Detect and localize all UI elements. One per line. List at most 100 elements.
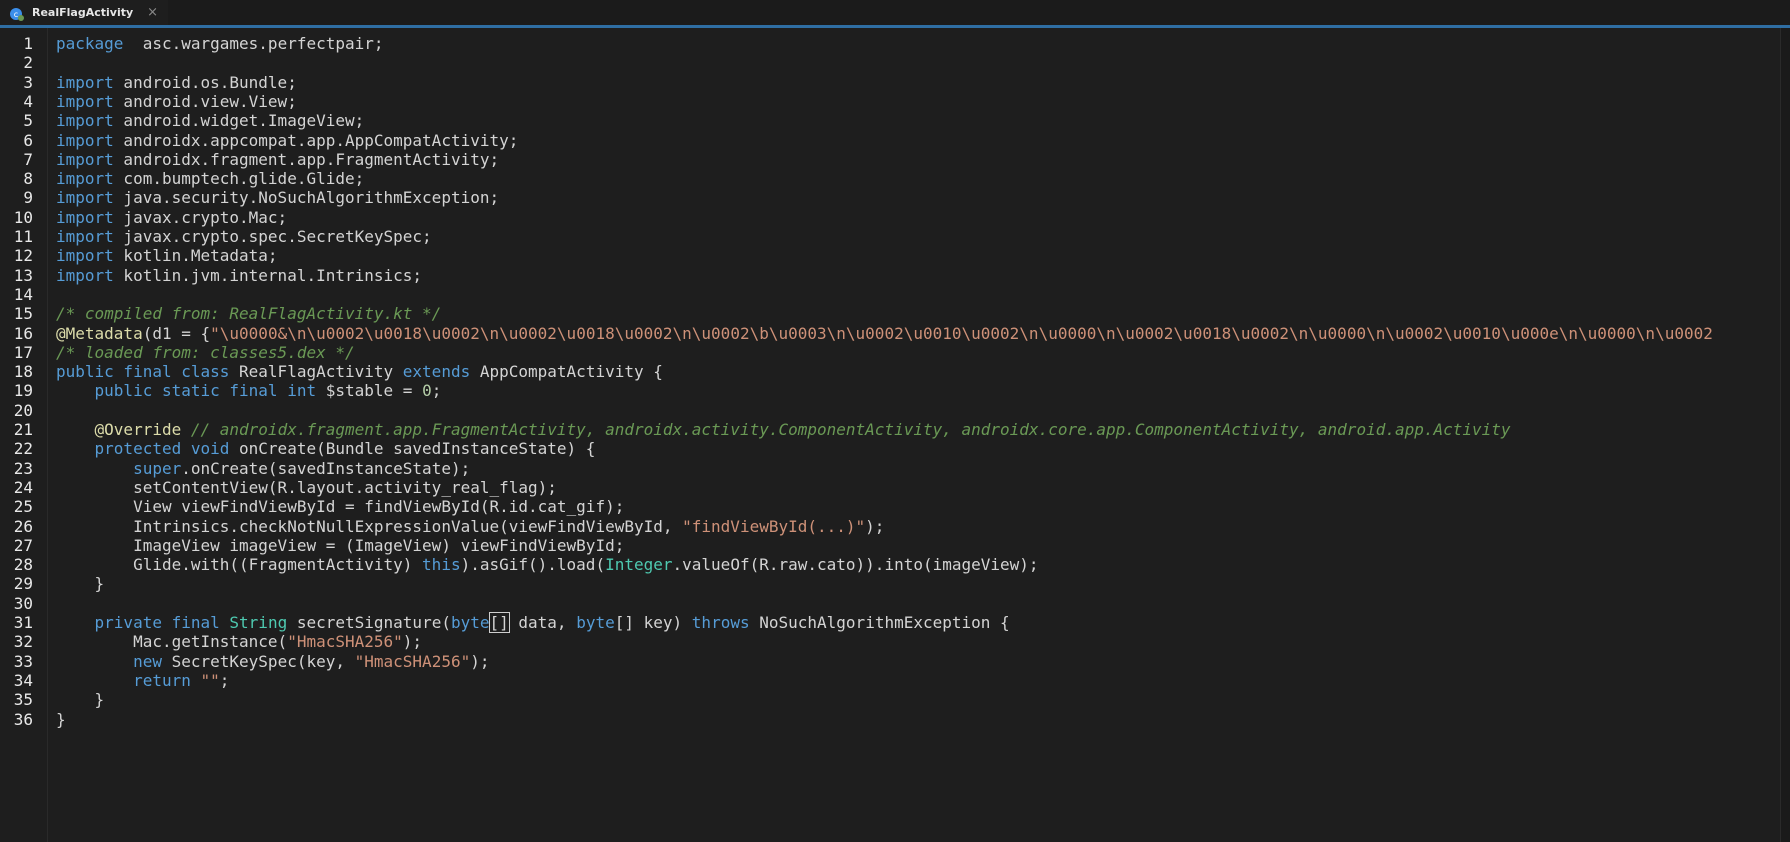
code-line[interactable]: } <box>56 573 105 595</box>
code-token: kotlin.Metadata; <box>113 246 278 266</box>
code-token: @Metadata <box>56 323 143 343</box>
code-token: $stable = <box>316 381 423 401</box>
code-token: [] key) <box>614 613 692 632</box>
tab-realflagactivity[interactable]: c RealFlagActivity × <box>0 0 168 25</box>
line-number-gutter: 1 2 3 4 5 6 7 8 9 10 11 12 13 14 15 16 17 18 19 20 21 22 23 24 2… <box>0 28 48 842</box>
code-token: AppCompatActivity { <box>470 362 663 382</box>
code-token: .valueOf(R.raw.cato)).into(imageView); <box>672 555 1039 575</box>
code-token: "findViewById(...)" <box>682 516 866 536</box>
code-token: // androidx.fragment.app.FragmentActivit… <box>181 420 1511 439</box>
code-token: java.security.NoSuchAlgorithmException; <box>113 188 500 208</box>
code-editor[interactable]: 1 2 3 4 5 6 7 8 9 10 11 12 13 14 15 16 17 18 19 20 21 22 23 24 2… <box>0 28 1790 842</box>
code-token: Mac.getInstance( <box>56 632 288 652</box>
code-token: ; <box>431 381 442 401</box>
code-token: import <box>56 149 114 169</box>
code-token: secretSignature( <box>287 613 451 632</box>
code-token: "\u0000&\n\u0002\u0018\u0002\n\u0002\u00… <box>210 323 1713 343</box>
code-token: ImageView imageView = (ImageView) viewFi… <box>56 535 625 555</box>
code-token: } <box>56 709 66 729</box>
code-token: public static final int <box>94 381 317 401</box>
code-token: super <box>133 458 182 478</box>
code-token: "" <box>200 670 220 690</box>
code-token: import <box>56 72 114 92</box>
code-token: asc.wargames.perfectpair; <box>123 34 384 53</box>
code-token: data, <box>508 613 577 632</box>
code-token: this <box>422 555 461 575</box>
code-token: "HmacSHA256" <box>287 632 403 652</box>
code-token: com.bumptech.glide.Glide; <box>113 169 365 189</box>
code-area[interactable]: package asc.wargames.perfectpair; import … <box>48 33 1788 838</box>
code-token: } <box>56 690 105 710</box>
code-token: import <box>56 111 114 131</box>
code-token: } <box>56 574 105 594</box>
code-token: android.widget.ImageView; <box>113 111 365 131</box>
code-token: .onCreate(savedInstanceState); <box>181 458 471 478</box>
code-token: return <box>133 670 191 690</box>
code-token: androidx.fragment.app.FragmentActivity; <box>113 149 500 169</box>
code-token: SecretKeySpec(key, <box>161 651 355 671</box>
code-token: android.view.View; <box>113 91 297 111</box>
code-token: byte <box>576 613 615 632</box>
svg-text:c: c <box>14 10 18 19</box>
code-token: RealFlagActivity <box>229 362 403 382</box>
code-token: public final class <box>56 362 230 382</box>
code-token: setContentView(R.layout.activity_real_fl… <box>56 477 557 497</box>
code-token: (d1 = { <box>142 323 211 343</box>
code-line[interactable]: Glide.with((FragmentActivity) this).asGi… <box>56 554 1039 576</box>
code-token: import <box>56 188 114 208</box>
code-token: import <box>56 169 114 189</box>
code-token: ); <box>865 516 885 536</box>
editor-tab-bar: c RealFlagActivity × <box>0 0 1790 28</box>
code-line[interactable]: public static final int $stable = 0; <box>56 380 442 402</box>
code-token: import <box>56 265 114 285</box>
code-line[interactable]: } <box>56 709 66 731</box>
code-token: new <box>133 651 162 671</box>
close-icon[interactable]: × <box>147 5 158 20</box>
code-token: javax.crypto.spec.SecretKeySpec; <box>113 227 432 246</box>
code-token: import <box>56 227 114 246</box>
code-token: ; <box>219 670 230 690</box>
code-line[interactable]: import kotlin.jvm.internal.Intrinsics; <box>56 265 422 287</box>
tab-title: RealFlagActivity <box>32 6 134 19</box>
code-token: View viewFindViewById = findViewById(R.i… <box>56 497 625 517</box>
text-cursor-selection: [] <box>488 612 510 633</box>
code-token: androidx.appcompat.app.AppCompatActivity… <box>113 130 519 150</box>
code-token: android.os.Bundle; <box>113 72 297 92</box>
code-token: import <box>56 246 114 266</box>
code-token: javax.crypto.Mac; <box>113 207 288 227</box>
code-token: Glide.with((FragmentActivity) <box>56 555 423 575</box>
code-token: byte <box>450 613 490 632</box>
code-token: String <box>229 613 288 632</box>
code-token: onCreate(Bundle savedInstanceState) { <box>229 439 596 459</box>
code-token: Intrinsics.checkNotNullExpressionValue(v… <box>56 516 683 536</box>
code-token: NoSuchAlgorithmException { <box>749 613 1010 632</box>
code-token: @Override <box>94 420 182 439</box>
code-token: ); <box>470 651 490 671</box>
code-token: Integer <box>605 555 673 575</box>
code-token: "HmacSHA256" <box>354 651 471 671</box>
code-token: /* loaded from: classes5.dex */ <box>56 342 355 362</box>
code-token: kotlin.jvm.internal.Intrinsics; <box>113 265 423 285</box>
line-number: 36 <box>13 709 33 729</box>
code-token: protected void <box>94 439 230 459</box>
code-token: /* compiled from: RealFlagActivity.kt */ <box>56 304 442 324</box>
code-token: package <box>56 34 124 53</box>
code-token: ).asGif().load( <box>460 555 606 575</box>
code-token: extends <box>402 362 471 382</box>
code-token: 0 <box>422 381 432 401</box>
vertical-scrollbar[interactable] <box>1780 28 1790 842</box>
code-token: ); <box>402 632 423 652</box>
code-token: import <box>56 207 114 227</box>
code-line[interactable]: package asc.wargames.perfectpair; <box>56 33 384 55</box>
code-token: import <box>56 130 114 150</box>
code-token: throws <box>691 613 750 632</box>
